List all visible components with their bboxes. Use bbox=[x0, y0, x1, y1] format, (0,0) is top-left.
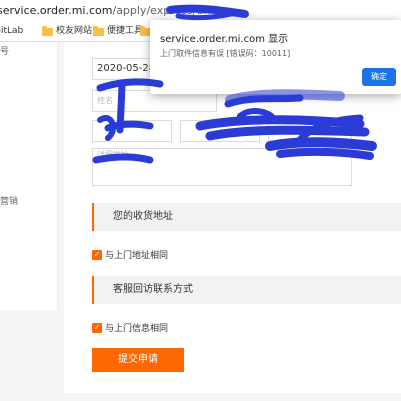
callback-contact-section: 客服回访联系方式 bbox=[92, 276, 401, 304]
section-title: 您的收货地址 bbox=[113, 211, 173, 222]
alert-dialog: service.order.mi.com 显示 上门取件信息有误 [错误码：10… bbox=[150, 20, 401, 94]
dialog-title: service.order.mi.com 显示 bbox=[160, 34, 289, 45]
section-title: 客服回访联系方式 bbox=[113, 284, 193, 295]
folder-icon bbox=[93, 25, 104, 36]
check-icon: ✓ bbox=[92, 249, 102, 260]
bookmark-label: 校友网站 bbox=[56, 26, 93, 36]
sidebar-item[interactable]: 营销 bbox=[0, 194, 18, 207]
address-placeholder: 详细地址 bbox=[97, 150, 129, 159]
bookmark-gitlab[interactable]: GitLab bbox=[0, 22, 23, 41]
checkbox-label: 与上门信息相同 bbox=[105, 324, 169, 334]
folder-icon bbox=[42, 25, 53, 36]
url-text: service.order.mi.com/apply/express/uniqu bbox=[0, 4, 228, 17]
bookmark-label: 便捷工具 bbox=[107, 26, 144, 36]
sidebar-item[interactable]: 号 bbox=[0, 44, 9, 57]
bookmark-alumni[interactable]: 校友网站 bbox=[42, 22, 92, 41]
same-as-pickup-checkbox[interactable]: ✓ 与上门地址相同 bbox=[92, 248, 168, 261]
submit-button[interactable]: 提交申请 bbox=[92, 348, 184, 372]
province-select[interactable] bbox=[92, 120, 172, 142]
check-icon: ✓ bbox=[92, 322, 102, 333]
bookmark-label: GitLab bbox=[0, 26, 24, 36]
address-textarea[interactable]: 详细地址 bbox=[92, 148, 352, 186]
bookmark-tools[interactable]: 便捷工具 bbox=[93, 22, 143, 41]
ok-button[interactable]: 确定 bbox=[362, 68, 396, 86]
name-placeholder: 姓名 bbox=[97, 96, 113, 105]
date-value: 2020-05-28 bbox=[97, 63, 156, 74]
dialog-message: 上门取件信息有误 [错误码：10011] bbox=[160, 49, 291, 58]
district-select[interactable] bbox=[268, 120, 352, 142]
checkbox-label: 与上门地址相同 bbox=[105, 251, 169, 261]
city-select[interactable] bbox=[180, 120, 260, 142]
same-as-info-checkbox[interactable]: ✓ 与上门信息相同 bbox=[92, 321, 168, 334]
shipping-address-section: 您的收货地址 bbox=[92, 203, 401, 231]
sidebar: 号 营销 bbox=[0, 42, 58, 310]
